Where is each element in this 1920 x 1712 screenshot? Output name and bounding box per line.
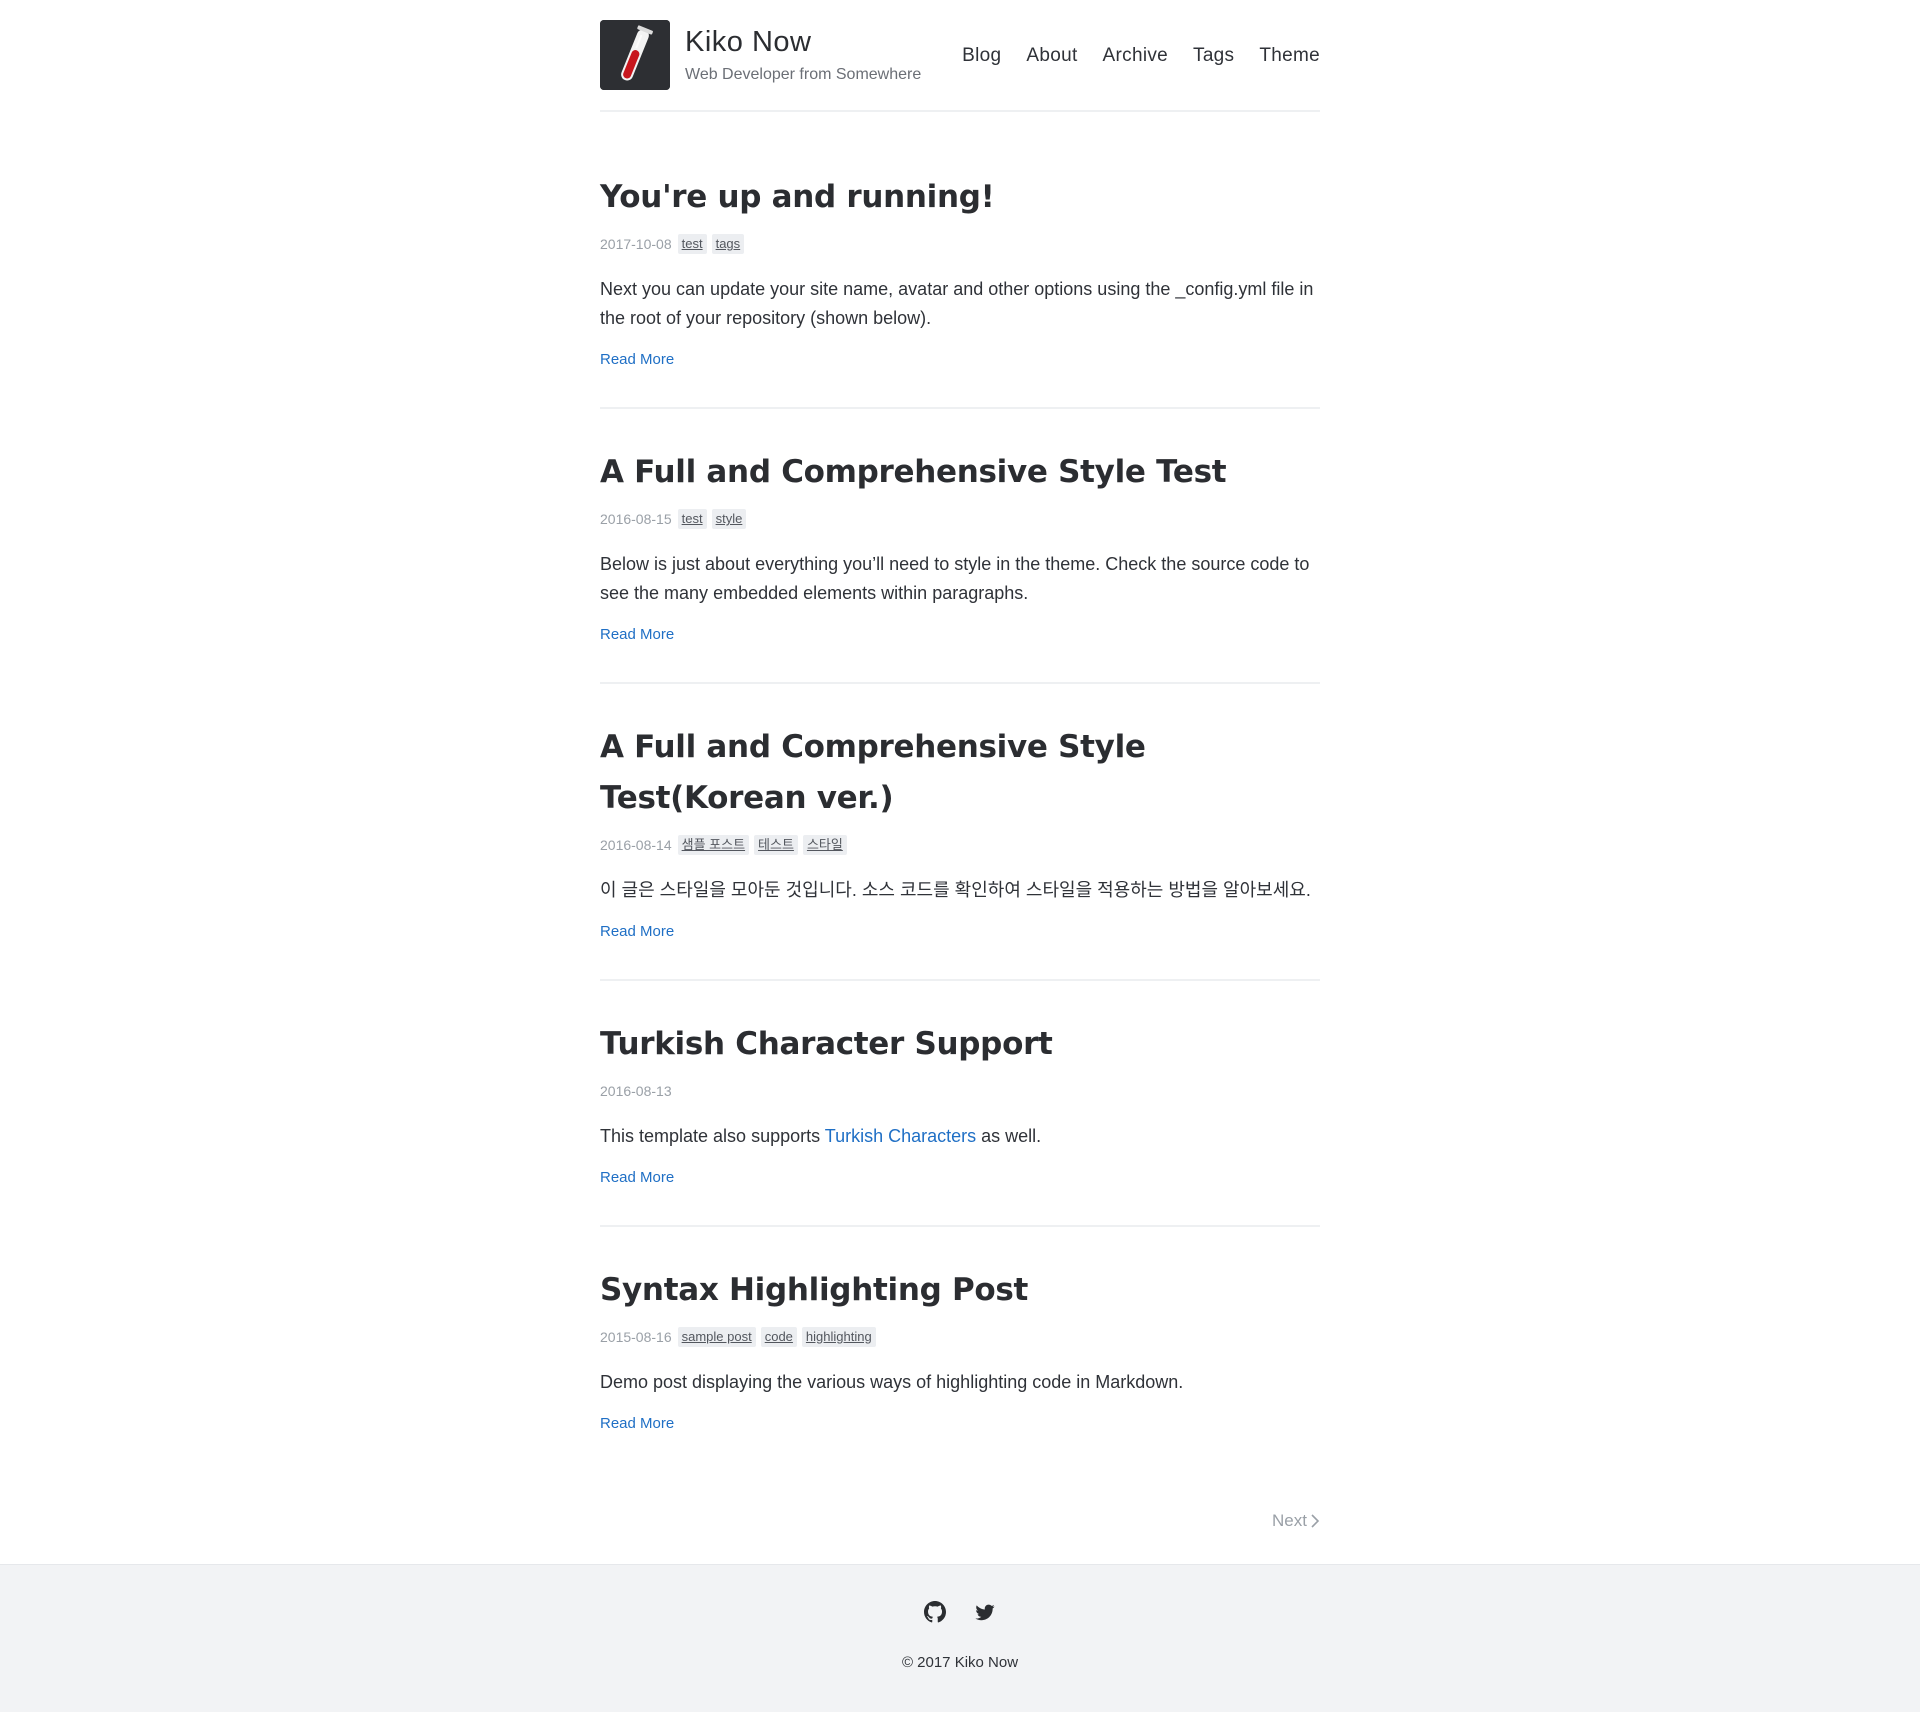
post-title-link[interactable]: A Full and Comprehensive Style Test bbox=[600, 454, 1227, 490]
post-title-link[interactable]: Turkish Character Support bbox=[600, 1026, 1053, 1062]
post-title-link[interactable]: Syntax Highlighting Post bbox=[600, 1272, 1028, 1308]
turkish-characters-link[interactable]: Turkish Characters bbox=[825, 1126, 976, 1146]
post-meta: 2016-08-15 test style bbox=[600, 508, 1320, 530]
read-more-link[interactable]: Read More bbox=[600, 1415, 674, 1432]
excerpt-text: as well. bbox=[976, 1126, 1042, 1146]
tag-badge[interactable]: tags bbox=[711, 234, 745, 254]
site-title[interactable]: Kiko Now bbox=[685, 26, 812, 59]
post-title-link[interactable]: A Full and Comprehensive Style Test(Kore… bbox=[600, 729, 1146, 816]
post-excerpt: This template also supports Turkish Char… bbox=[600, 1122, 1320, 1151]
read-more-link[interactable]: Read More bbox=[600, 923, 674, 940]
post-list: You're up and running! 2017-10-08 test t… bbox=[600, 112, 1320, 1571]
site-description: Web Developer from Somewhere bbox=[685, 66, 922, 83]
post-item: Syntax Highlighting Post 2015-08-16 samp… bbox=[600, 1265, 1320, 1471]
nav-item-blog[interactable]: Blog bbox=[962, 45, 1001, 67]
post-item: You're up and running! 2017-10-08 test t… bbox=[600, 172, 1320, 409]
post-title-link[interactable]: You're up and running! bbox=[600, 179, 995, 215]
nav-item-tags[interactable]: Tags bbox=[1193, 45, 1234, 67]
tag-badge[interactable]: 스타일 bbox=[802, 835, 847, 855]
post-excerpt: Demo post displaying the various ways of… bbox=[600, 1372, 1184, 1392]
post-date: 2016-08-15 bbox=[600, 511, 672, 527]
main-nav: Blog About Archive Tags Theme bbox=[937, 45, 1320, 67]
read-more-link[interactable]: Read More bbox=[600, 1169, 674, 1186]
github-icon bbox=[924, 1601, 946, 1623]
nav-item-archive[interactable]: Archive bbox=[1103, 45, 1168, 67]
post-date: 2017-10-08 bbox=[600, 236, 672, 252]
post-excerpt: Below is just about everything you’ll ne… bbox=[600, 554, 1310, 603]
copyright: © 2017 Kiko Now bbox=[901, 1654, 1019, 1671]
nav-item-about[interactable]: About bbox=[1026, 45, 1077, 67]
site-footer: © 2017 Kiko Now bbox=[0, 1564, 1920, 1712]
post-date: 2016-08-14 bbox=[600, 837, 672, 853]
post-meta: 2017-10-08 test tags bbox=[600, 233, 1320, 255]
tag-badge[interactable]: highlighting bbox=[801, 1327, 876, 1347]
twitter-icon bbox=[975, 1604, 995, 1621]
pagination: Next bbox=[600, 1511, 1320, 1571]
read-more-link[interactable]: Read More bbox=[600, 626, 674, 643]
tag-badge[interactable]: style bbox=[711, 509, 747, 529]
post-meta: 2016-08-14 샘플 포스트 테스트 스타일 bbox=[600, 834, 1320, 856]
tag-badge[interactable]: test bbox=[677, 509, 707, 529]
post-item: A Full and Comprehensive Style Test 2016… bbox=[600, 447, 1320, 684]
site-header: Kiko Now Web Developer from Somewhere Bl… bbox=[600, 0, 1320, 112]
github-link[interactable] bbox=[924, 1601, 946, 1623]
post-item: Turkish Character Support 2016-08-13 Thi… bbox=[600, 1019, 1320, 1227]
post-excerpt: Next you can update your site name, avat… bbox=[600, 279, 1314, 328]
social-links bbox=[0, 1601, 1920, 1623]
twitter-link[interactable] bbox=[974, 1601, 996, 1623]
tag-badge[interactable]: sample post bbox=[677, 1327, 756, 1347]
tag-badge[interactable]: 테스트 bbox=[754, 835, 798, 855]
chevron-right-icon bbox=[1311, 1514, 1320, 1528]
post-meta: 2016-08-13 bbox=[600, 1080, 1320, 1102]
tag-badge[interactable]: test bbox=[677, 234, 707, 254]
post-excerpt: 이 글은 스타일을 모아둔 것입니다. 소스 코드를 확인하여 스타일을 적용하… bbox=[600, 880, 1311, 900]
post-meta: 2015-08-16 sample post code highlighting bbox=[600, 1326, 1320, 1348]
next-label: Next bbox=[1272, 1511, 1307, 1530]
next-page-button[interactable]: Next bbox=[1272, 1511, 1320, 1531]
post-date: 2016-08-13 bbox=[600, 1083, 672, 1099]
read-more-link[interactable]: Read More bbox=[600, 351, 674, 368]
tag-badge[interactable]: 샘플 포스트 bbox=[677, 835, 750, 855]
tag-badge[interactable]: code bbox=[760, 1327, 797, 1347]
post-item: A Full and Comprehensive Style Test(Kore… bbox=[600, 722, 1320, 981]
avatar[interactable] bbox=[600, 20, 670, 90]
nav-item-theme[interactable]: Theme bbox=[1259, 45, 1320, 67]
test-tube-icon bbox=[600, 20, 670, 90]
excerpt-text: This template also supports bbox=[600, 1126, 825, 1146]
post-date: 2015-08-16 bbox=[600, 1329, 672, 1345]
